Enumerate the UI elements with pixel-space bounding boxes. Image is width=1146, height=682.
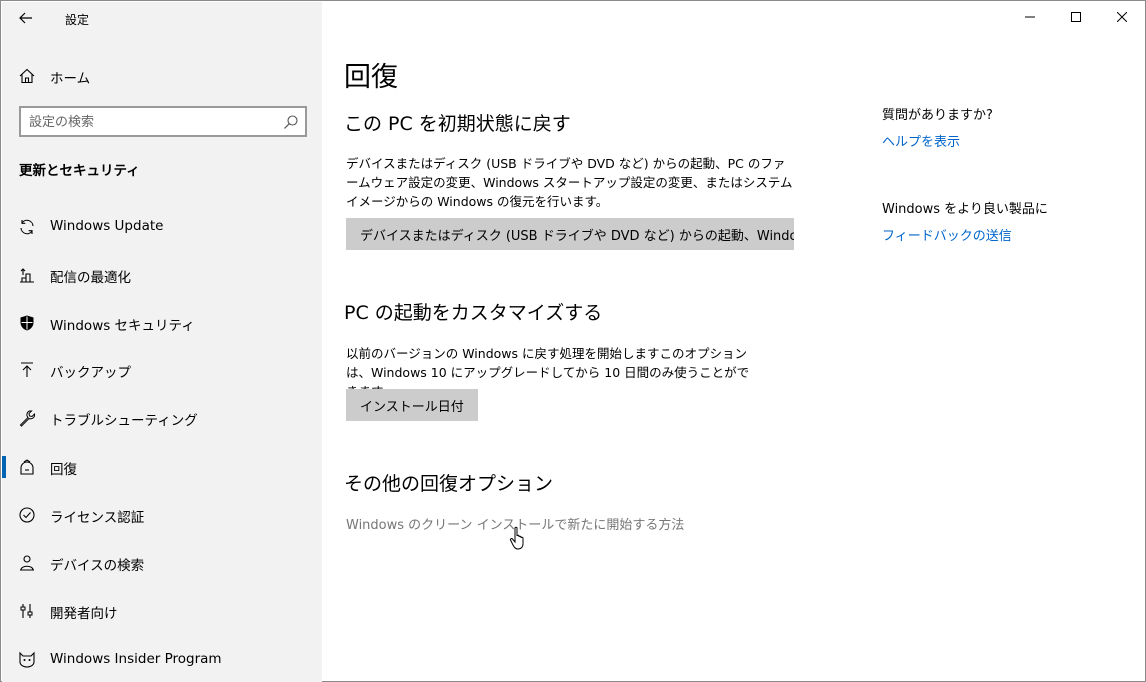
more-options-heading: その他の回復オプション [344,473,554,495]
upload-arrow-icon [21,362,33,377]
reset-heading: この PC を初期状態に戻す [344,113,571,135]
sidebar-item-label: Windows Update [50,218,164,234]
get-help-link[interactable]: ヘルプを表示 [882,131,960,150]
person-location-icon [20,555,34,571]
sidebar-item-recovery[interactable]: 回復 [2,447,322,487]
sidebar-item-windows-security[interactable]: Windows セキュリティ [2,303,322,343]
sidebar-item-label: トラブルシューティング [50,413,198,429]
advanced-startup-button[interactable]: デバイスまたはディスク (USB ドライブや DVD など) からの起動、Win… [346,218,794,250]
sidebar-item-label: 開発者向け [50,606,118,622]
recovery-icon [20,459,34,475]
reset-description: デバイスまたはディスク (USB ドライブや DVD など) からの起動、PC … [346,156,793,209]
home-icon [19,68,35,84]
send-feedback-link[interactable]: フィードバックの送信 [882,225,1012,244]
wrench-icon [19,410,36,427]
sidebar-item-for-developers[interactable]: 開発者向け [2,591,322,631]
refresh-icon [20,219,34,235]
sidebar-item-label: 回復 [50,462,77,478]
sidebar: 設定 ホーム 更新とセキュリティ Windows Update 配信の最適化 W… [2,2,322,682]
title-bar: 設定 [2,2,322,34]
sidebar-item-troubleshoot[interactable]: トラブルシューティング [2,398,322,438]
clean-install-link[interactable]: Windows のクリーン インストールで新たに開始する方法 [346,514,684,533]
developer-sliders-icon [20,604,33,618]
shield-icon [20,315,34,331]
settings-window: 設定 ホーム 更新とセキュリティ Windows Update 配信の最適化 W… [0,0,1146,682]
back-arrow-icon [19,12,32,24]
minimize-button[interactable] [1007,1,1053,33]
home-link[interactable]: ホーム [2,60,322,92]
feedback-prompt: Windows をより良い製品に [882,202,1048,217]
help-question: 質問がありますか? [882,108,993,123]
delivery-optimization-icon [20,268,34,283]
selection-indicator [2,456,6,478]
sidebar-item-activation[interactable]: ライセンス認証 [2,495,322,535]
sidebar-item-delivery-optimization[interactable]: 配信の最適化 [2,255,322,295]
close-icon [1117,12,1127,22]
startup-heading: PC の起動をカスタマイズする [344,302,603,324]
minimize-icon [1025,16,1035,18]
search-icon[interactable] [283,114,299,130]
section-title: 更新とセキュリティ [19,163,140,179]
sidebar-item-windows-insider[interactable]: Windows Insider Program [2,640,322,680]
sidebar-item-label: Windows Insider Program [50,651,222,667]
window-controls [1007,1,1145,33]
sidebar-item-backup[interactable]: バックアップ [2,350,322,390]
back-button[interactable] [12,6,40,30]
maximize-button[interactable] [1053,1,1099,33]
install-date-button[interactable]: インストール日付 [346,389,478,421]
check-circle-icon [19,507,35,523]
sidebar-item-find-my-device[interactable]: デバイスの検索 [2,543,322,583]
app-title: 設定 [65,13,90,27]
sidebar-item-label: バックアップ [50,365,131,381]
sidebar-item-label: デバイスの検索 [50,558,145,574]
home-label: ホーム [50,71,91,87]
cat-icon [19,651,35,668]
sidebar-item-label: Windows セキュリティ [50,318,195,334]
sidebar-item-label: ライセンス認証 [50,510,145,526]
search-box[interactable] [19,106,307,137]
page-title: 回復 [344,62,398,93]
sidebar-item-label: 配信の最適化 [50,270,131,286]
maximize-icon [1071,12,1081,22]
search-input[interactable] [29,112,274,132]
close-button[interactable] [1099,1,1145,33]
sidebar-item-windows-update[interactable]: Windows Update [2,207,322,247]
